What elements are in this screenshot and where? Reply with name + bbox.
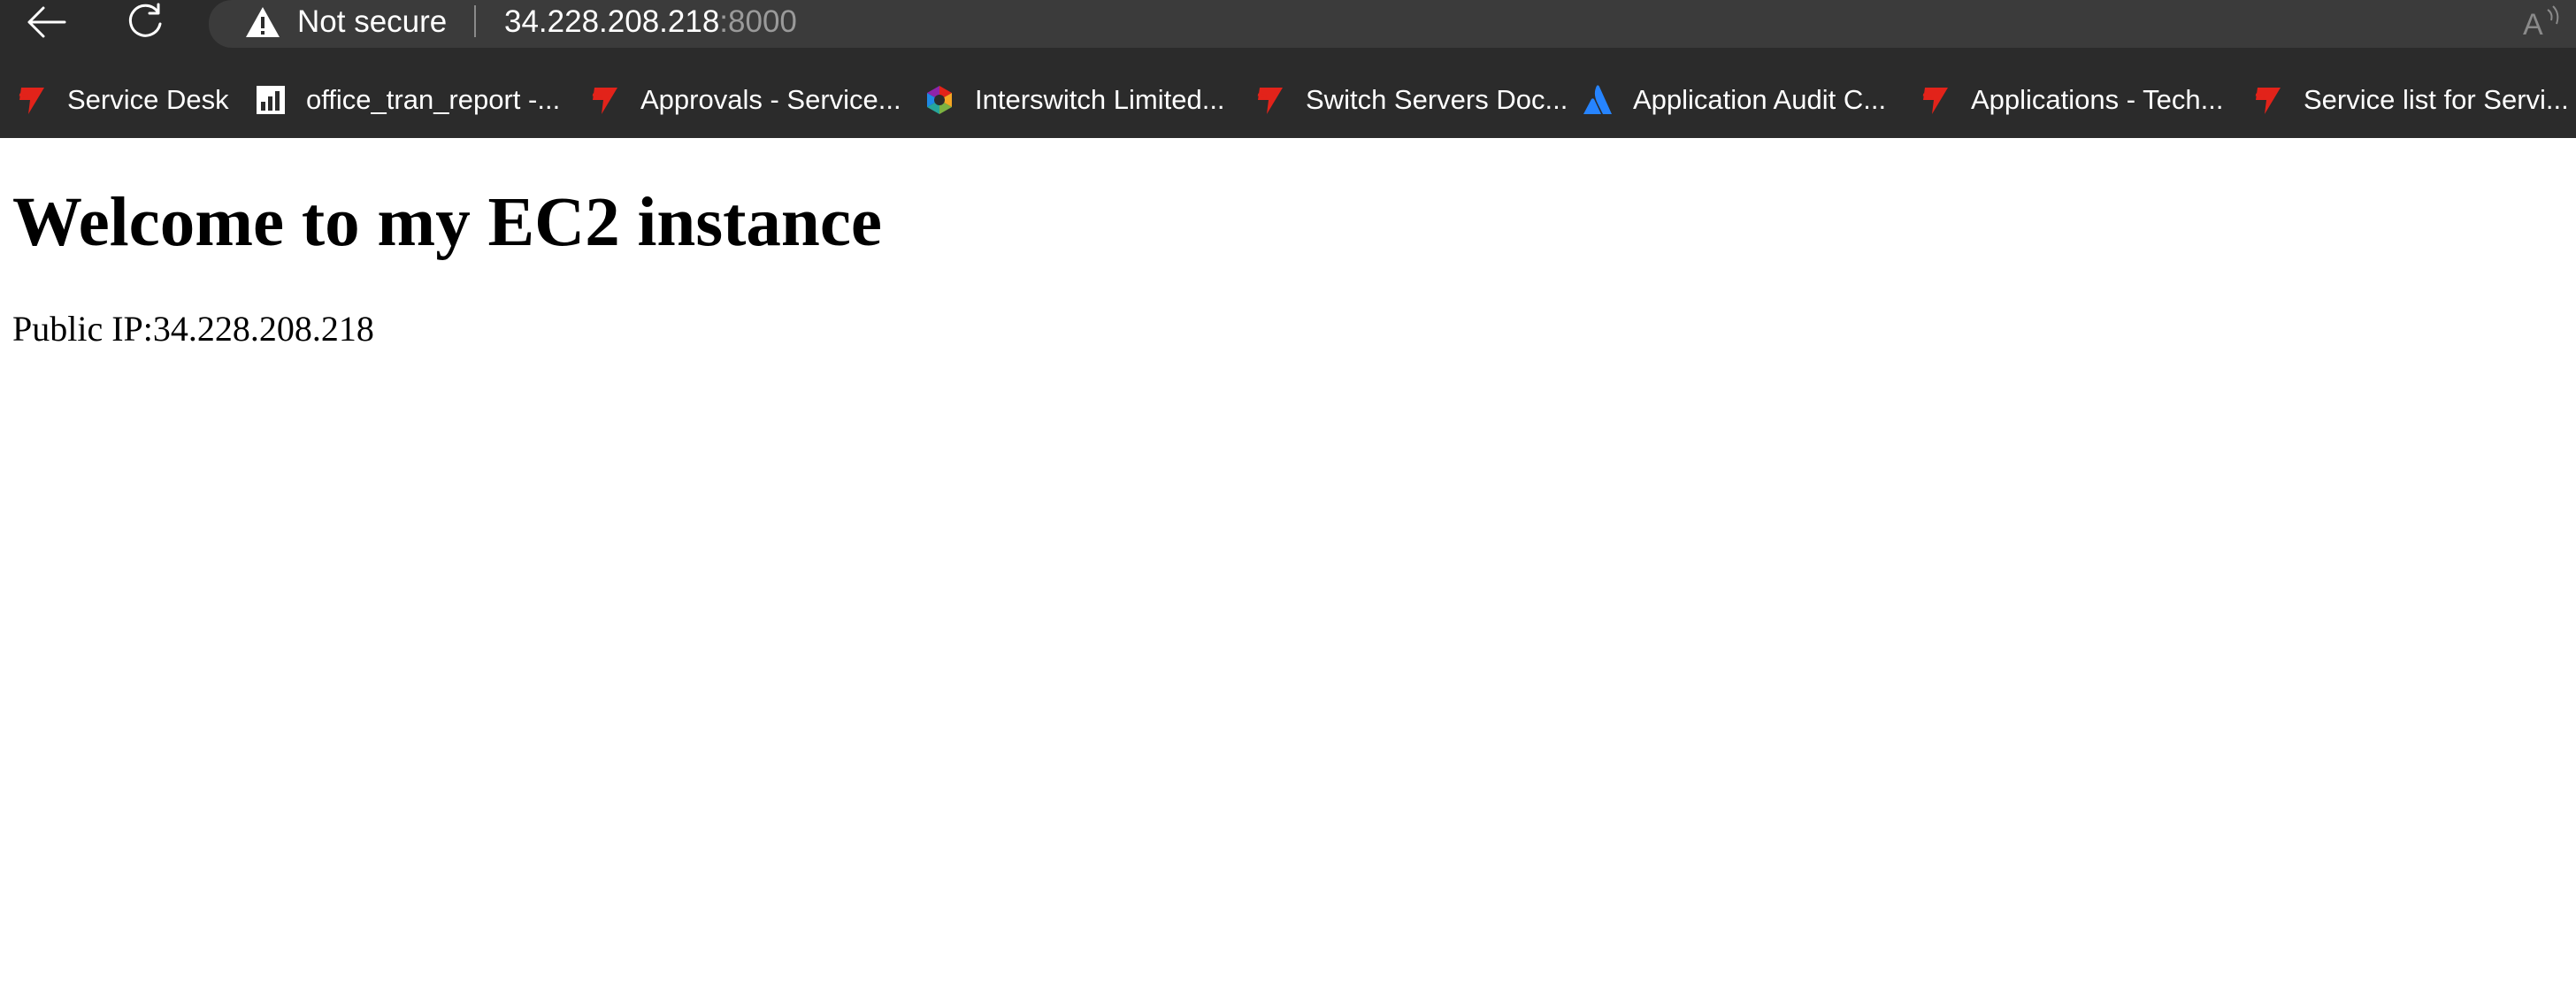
bookmark-office-tran-report[interactable]: office_tran_report -...: [255, 74, 560, 126]
bookmark-service-desk[interactable]: Service Desk: [16, 74, 229, 126]
bookmark-label: Interswitch Limited...: [975, 84, 1225, 115]
bookmark-switch-servers-doc[interactable]: Switch Servers Doc...: [1254, 74, 1568, 126]
site-info-button[interactable]: Not secure: [244, 0, 447, 44]
address-bar[interactable]: Not secure 34.228.208.218:8000 A: [209, 0, 2576, 48]
reload-button[interactable]: [119, 0, 172, 44]
url-port: :8000: [719, 4, 797, 39]
warning-icon: [246, 7, 280, 37]
bookmark-applications-tech[interactable]: Applications - Tech...: [1920, 74, 2223, 126]
bookmark-label: Applications - Tech...: [1971, 84, 2224, 115]
public-ip-text: Public IP:34.228.208.218: [12, 309, 374, 349]
bookmark-label: office_tran_report -...: [306, 84, 561, 115]
interswitch-logo-icon: [1254, 84, 1286, 116]
page-title: Welcome to my EC2 instance: [12, 184, 882, 261]
colorful-hexagon-icon: [924, 84, 955, 116]
read-aloud-button[interactable]: A: [2516, 2, 2569, 42]
read-aloud-icon: A: [2523, 5, 2559, 40]
back-button[interactable]: [19, 0, 73, 44]
bookmark-approvals[interactable]: Approvals - Service...: [589, 74, 901, 126]
bookmark-label: Service Desk: [67, 84, 229, 115]
interswitch-logo-icon: [2252, 84, 2284, 116]
svg-text:A: A: [2523, 8, 2543, 40]
bookmark-service-list[interactable]: Service list for Servi...: [2252, 74, 2569, 126]
interswitch-logo-icon: [1920, 84, 1951, 116]
url-host: 34.228.208.218: [504, 4, 720, 39]
browser-chrome: Not secure 34.228.208.218:8000 A Service…: [0, 0, 2576, 138]
browser-toolbar: Not secure 34.228.208.218:8000 A: [0, 0, 2576, 51]
bookmarks-bar: Service Desk office_tran_report -... App…: [0, 74, 2576, 126]
reload-icon: [128, 3, 162, 37]
atlassian-logo-icon: [1582, 84, 1614, 116]
address-divider: [474, 5, 476, 37]
bookmark-interswitch-limited[interactable]: Interswitch Limited...: [924, 74, 1225, 126]
interswitch-logo-icon: [589, 84, 621, 116]
interswitch-logo-icon: [16, 84, 48, 116]
back-arrow-icon: [27, 6, 66, 38]
bookmark-label: Switch Servers Doc...: [1306, 84, 1568, 115]
bookmark-application-audit[interactable]: Application Audit C...: [1582, 74, 1886, 126]
page-content: Welcome to my EC2 instance Public IP:34.…: [0, 138, 2576, 1006]
report-chart-icon: [255, 84, 287, 116]
security-status-label: Not secure: [297, 4, 448, 39]
url-field[interactable]: 34.228.208.218:8000: [504, 0, 797, 44]
bookmark-label: Approvals - Service...: [640, 84, 901, 115]
bookmark-label: Service list for Servi...: [2304, 84, 2569, 115]
bookmark-label: Application Audit C...: [1633, 84, 1887, 115]
